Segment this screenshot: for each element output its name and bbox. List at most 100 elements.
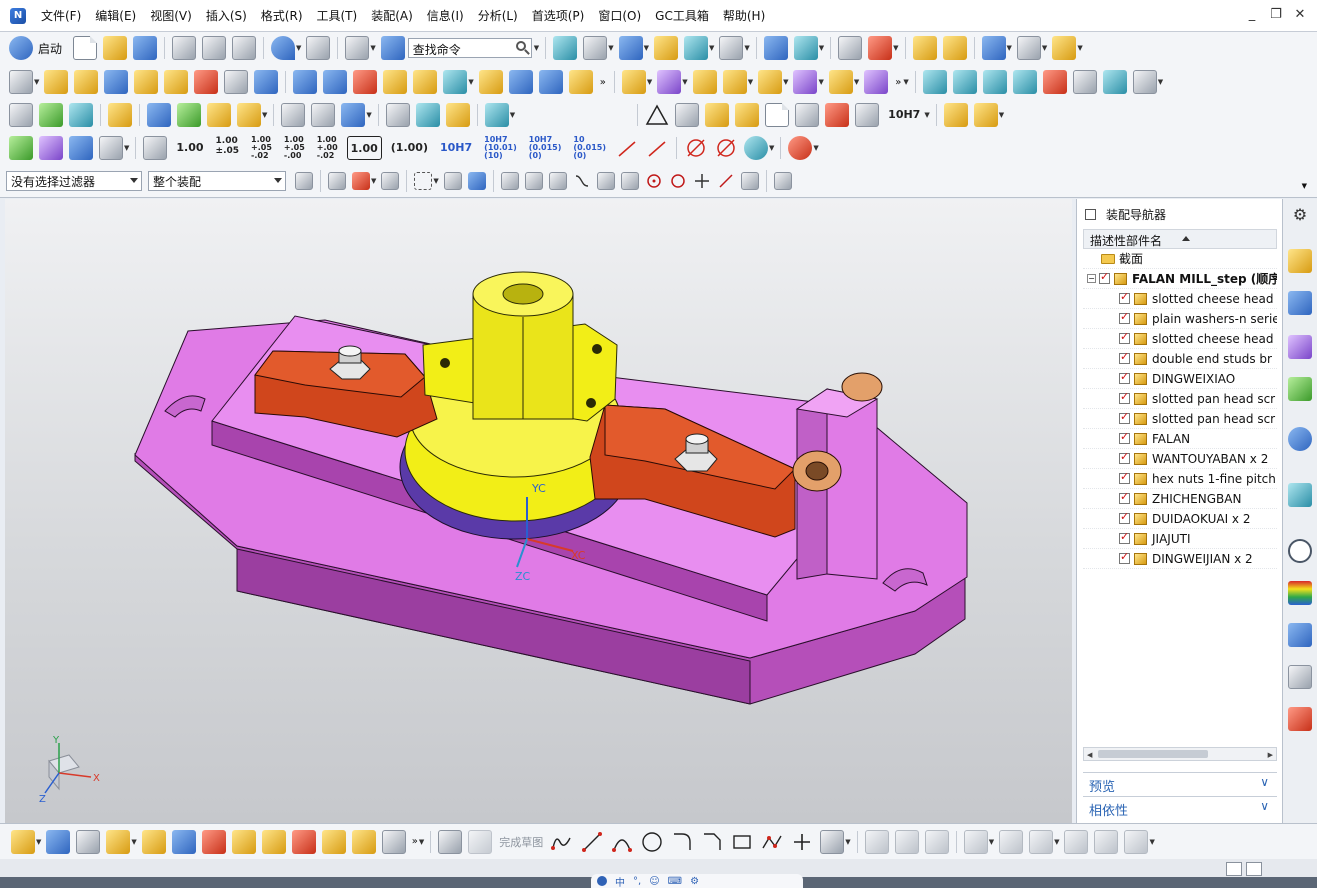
visibility-checkbox[interactable]	[1119, 290, 1130, 304]
chevron-down-icon[interactable]: ▼	[709, 44, 714, 52]
copy-icon[interactable]	[202, 36, 227, 60]
hole-icon[interactable]	[134, 70, 159, 94]
shell-icon[interactable]	[538, 70, 563, 94]
menu-gc-toolbox[interactable]: GC工具箱	[648, 0, 716, 32]
pattern-component-icon[interactable]	[231, 829, 256, 854]
alternate-solution-icon[interactable]	[1124, 829, 1149, 854]
more-tools-icon[interactable]: »	[412, 836, 418, 847]
through-curves-icon[interactable]	[952, 70, 977, 94]
column-header-part-name[interactable]: 描述性部件名	[1083, 229, 1277, 249]
pattern-icon[interactable]	[383, 70, 408, 94]
color-palette-icon[interactable]	[942, 36, 967, 60]
move-component-icon[interactable]	[763, 36, 788, 60]
menu-help[interactable]: 帮助(H)	[716, 0, 772, 32]
chevron-down-icon[interactable]: ▼	[1042, 44, 1047, 52]
new-component-icon[interactable]	[106, 829, 131, 854]
layer-icon[interactable]	[39, 103, 63, 127]
information-icon[interactable]	[380, 36, 405, 60]
chamfer-icon[interactable]	[194, 70, 219, 94]
system-materials-icon[interactable]	[1288, 581, 1312, 605]
new-component-icon[interactable]	[657, 70, 682, 94]
chevron-down-icon[interactable]: ▼	[131, 838, 136, 846]
component-properties-icon[interactable]	[76, 829, 101, 854]
chevron-down-icon[interactable]: ▼	[989, 838, 994, 846]
snap-face-icon[interactable]	[740, 172, 759, 190]
ime-logo-icon[interactable]	[597, 876, 607, 886]
menu-edit[interactable]: 编辑(E)	[88, 0, 143, 32]
minimize-button[interactable]: _	[1245, 8, 1259, 22]
tree-node-component[interactable]: double end studs br	[1083, 349, 1277, 369]
navigator-pin-icon[interactable]	[1085, 208, 1096, 220]
bracket-hole-bottom[interactable]	[586, 398, 596, 408]
chevron-down-icon[interactable]: ▼	[366, 111, 371, 119]
assembly-cut-icon[interactable]	[46, 829, 71, 854]
general-select-icon[interactable]	[352, 172, 370, 190]
scrollbar-thumb[interactable]	[1098, 750, 1208, 758]
section-view-icon[interactable]	[207, 103, 231, 127]
break-view-icon[interactable]	[281, 103, 306, 127]
surface-finish-icon[interactable]	[795, 103, 820, 127]
tree-node-component[interactable]: DINGWEIXIAO	[1083, 369, 1277, 389]
close-button[interactable]: ✕	[1293, 8, 1307, 22]
fit-view-icon[interactable]	[553, 36, 578, 60]
triangle-icon[interactable]	[645, 103, 669, 127]
sew-icon[interactable]	[1012, 70, 1037, 94]
visibility-checkbox[interactable]	[1119, 390, 1130, 404]
chevron-down-icon[interactable]: ▼	[124, 144, 129, 152]
dim-format-fit-deviation[interactable]: 10 (0.015) (0)	[570, 136, 609, 160]
quick-trim-icon[interactable]	[864, 829, 889, 854]
assembly-navigator-tab-icon[interactable]	[1288, 249, 1312, 273]
reference-set-icon[interactable]	[321, 829, 346, 854]
sketch-icon[interactable]	[9, 70, 33, 94]
visibility-checkbox[interactable]	[1119, 450, 1130, 464]
face-select-icon[interactable]	[443, 172, 462, 190]
analyze-curve-icon[interactable]	[1042, 70, 1067, 94]
paperclip-icon[interactable]	[381, 829, 406, 854]
clearance-icon[interactable]	[351, 829, 376, 854]
revolve-icon[interactable]	[74, 70, 99, 94]
chevron-down-icon[interactable]: ▼	[34, 78, 39, 86]
visibility-checkbox[interactable]	[1119, 410, 1130, 424]
polyline-icon[interactable]	[760, 830, 784, 854]
chevron-down-icon[interactable]: ▼	[644, 44, 649, 52]
draft-icon[interactable]	[508, 70, 533, 94]
tolerance-fit-label[interactable]: 10H7	[885, 103, 923, 127]
visibility-checkbox[interactable]	[1119, 310, 1130, 324]
exploded-view-icon[interactable]	[793, 70, 818, 94]
new-file-icon[interactable]	[73, 36, 98, 60]
chevron-down-icon[interactable]: ▼	[903, 78, 908, 86]
manufacturing-wizard-icon[interactable]	[1288, 665, 1312, 689]
dim-format-fit[interactable]: 10H7	[437, 136, 475, 160]
detail-view-icon[interactable]	[311, 103, 336, 127]
mirror-assembly-icon[interactable]	[171, 829, 196, 854]
selection-filter-icon[interactable]	[295, 172, 313, 190]
menu-information[interactable]: 信息(I)	[420, 0, 471, 32]
grid-icon[interactable]	[69, 136, 93, 160]
status-icon[interactable]	[1226, 862, 1242, 876]
menu-format[interactable]: 格式(R)	[254, 0, 310, 32]
auto-dimension-icon[interactable]	[999, 829, 1024, 854]
line-icon[interactable]	[580, 830, 604, 854]
assembly-constraint-icon[interactable]	[692, 70, 717, 94]
edit-drawing-icon[interactable]	[108, 103, 132, 127]
dim-format-fit-tolerance[interactable]: 10H7 (0.015) (0)	[526, 136, 565, 160]
measure-distance-icon[interactable]	[1052, 36, 1077, 60]
component-array-icon[interactable]	[722, 70, 747, 94]
diameter-alt-icon[interactable]	[714, 136, 738, 160]
ime-keyboard-icon[interactable]: ⌨	[668, 876, 682, 887]
sketch-icon[interactable]	[438, 829, 463, 854]
convert-reference-icon[interactable]	[1094, 829, 1119, 854]
rectangle-icon[interactable]	[730, 830, 754, 854]
select-icon[interactable]	[381, 172, 400, 190]
add-component-icon[interactable]	[11, 829, 35, 854]
surface-icon[interactable]	[922, 70, 947, 94]
web-browser-icon[interactable]	[1288, 427, 1312, 451]
constraints-icon[interactable]	[1029, 829, 1054, 854]
datum-plane-icon[interactable]	[443, 70, 468, 94]
thread-icon[interactable]	[224, 70, 249, 94]
check-clearance-icon[interactable]	[864, 70, 889, 94]
component-drawing-icon[interactable]	[973, 103, 998, 127]
cut-icon[interactable]	[172, 36, 197, 60]
extrude-icon[interactable]	[44, 70, 69, 94]
collapse-icon[interactable]: −	[1087, 274, 1096, 283]
